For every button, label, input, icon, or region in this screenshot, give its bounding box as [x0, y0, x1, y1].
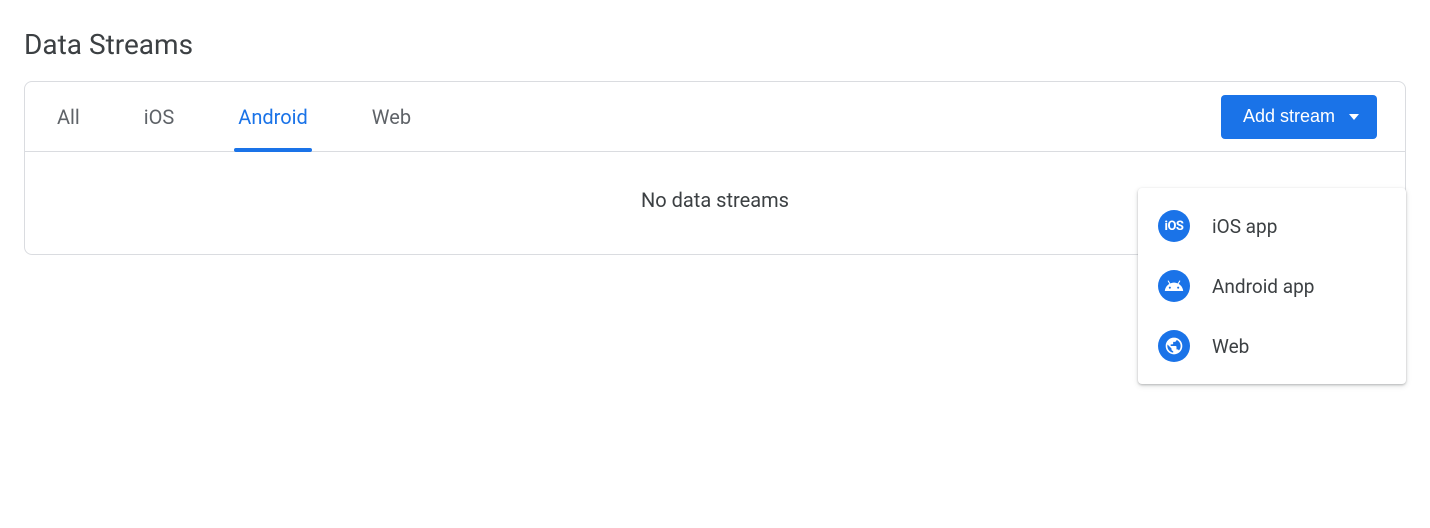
- tab-android[interactable]: Android: [234, 82, 312, 151]
- tab-label: Web: [372, 105, 411, 129]
- tab-ios[interactable]: iOS: [140, 82, 179, 151]
- tab-label: Android: [238, 105, 308, 129]
- dropdown-item-label: Android app: [1212, 275, 1314, 298]
- dropdown-item-label: Web: [1212, 335, 1249, 358]
- dropdown-item-android-app[interactable]: Android app: [1138, 256, 1406, 316]
- caret-down-icon: [1349, 114, 1359, 120]
- page-title: Data Streams: [0, 0, 1430, 81]
- tab-all[interactable]: All: [53, 82, 84, 151]
- ios-icon: iOS: [1158, 210, 1190, 242]
- web-icon: [1158, 330, 1190, 362]
- dropdown-item-web[interactable]: Web: [1138, 316, 1406, 376]
- add-stream-dropdown: iOS iOS app Android app Web: [1138, 188, 1406, 384]
- tab-web[interactable]: Web: [368, 82, 415, 151]
- dropdown-item-ios-app[interactable]: iOS iOS app: [1138, 196, 1406, 256]
- tabs-row: All iOS Android Web Add stream: [25, 82, 1405, 152]
- tabs: All iOS Android Web: [53, 82, 415, 151]
- tab-label: All: [57, 105, 80, 129]
- add-stream-label: Add stream: [1243, 106, 1335, 127]
- tab-label: iOS: [144, 105, 175, 129]
- add-stream-button[interactable]: Add stream: [1221, 95, 1377, 139]
- android-icon: [1158, 270, 1190, 302]
- dropdown-item-label: iOS app: [1212, 215, 1277, 238]
